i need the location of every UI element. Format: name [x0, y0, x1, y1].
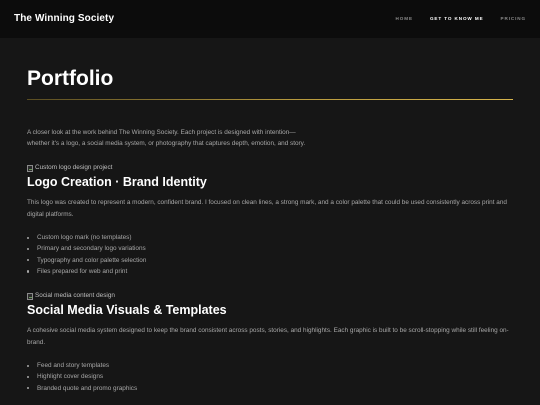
list-item: Primary and secondary logo variations [27, 243, 513, 254]
nav-link-pricing[interactable]: PRICING [501, 16, 526, 21]
image-alt-text: Custom logo design project [35, 164, 113, 171]
site-header: The Winning Society HOME GET TO KNOW ME … [0, 0, 540, 38]
portfolio-section-logo: Custom logo design project Logo Creation… [27, 164, 513, 277]
list-item: Highlight cover designs [27, 371, 513, 382]
logo-project-image: Custom logo design project [27, 164, 513, 172]
main-content: Portfolio A closer look at the work behi… [27, 66, 513, 394]
section-description: A cohesive social media system designed … [27, 327, 509, 347]
list-item: Files prepared for web and print [27, 266, 513, 277]
section-title: Logo Creation · Brand Identity [27, 175, 207, 189]
intro-paragraph: A closer look at the work behind The Win… [27, 127, 513, 149]
broken-image-icon [27, 164, 33, 172]
list-item: Feed and story templates [27, 360, 513, 371]
intro-line: A closer look at the work behind The Win… [27, 129, 296, 136]
brand-logo-text[interactable]: The Winning Society [14, 13, 114, 24]
nav-link-get-to-know-me[interactable]: GET TO KNOW ME [430, 16, 484, 21]
social-project-image: Social media content design [27, 292, 513, 300]
portfolio-section-social: Social media content design Social Media… [27, 292, 513, 394]
list-item: Custom logo mark (no templates) [27, 232, 513, 243]
list-item: Branded quote and promo graphics [27, 383, 513, 394]
nav-link-home[interactable]: HOME [396, 16, 413, 21]
feature-list: Feed and story templates Highlight cover… [27, 360, 513, 394]
section-description: This logo was created to represent a mod… [27, 199, 507, 218]
broken-image-icon [27, 292, 33, 300]
feature-list: Custom logo mark (no templates) Primary … [27, 232, 513, 277]
intro-line: whether it's a logo, a social media syst… [27, 140, 306, 147]
main-nav: HOME GET TO KNOW ME PRICING [396, 16, 526, 21]
page-title: Portfolio [27, 67, 114, 90]
gold-divider [27, 99, 513, 100]
image-alt-text: Social media content design [35, 292, 115, 300]
list-item: Typography and color palette selection [27, 255, 513, 266]
section-title: Social Media Visuals & Templates [27, 303, 227, 318]
